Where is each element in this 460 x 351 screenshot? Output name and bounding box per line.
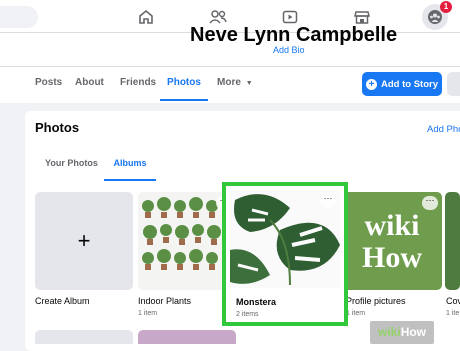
album-cover-profile-pictures[interactable]: wiki How ··· xyxy=(342,192,442,290)
subtab-albums[interactable]: Albums xyxy=(104,151,156,181)
album-cover-row2[interactable] xyxy=(138,330,236,344)
subtab-your-photos[interactable]: Your Photos xyxy=(45,151,98,181)
tab-friends[interactable]: Friends xyxy=(120,67,156,101)
notification-badge: 1 xyxy=(440,1,452,13)
album-name: Profile pictures xyxy=(346,296,406,306)
search-input[interactable] xyxy=(0,6,38,28)
groups-icon[interactable]: 1 xyxy=(422,1,452,30)
plus-icon: + xyxy=(77,228,91,253)
tab-about[interactable]: About xyxy=(75,67,104,101)
tab-posts[interactable]: Posts xyxy=(35,67,62,101)
album-cover-row2[interactable] xyxy=(35,330,133,344)
watermark-how: How xyxy=(400,325,427,339)
profile-tabs: Posts About Friends Photos More ▼ + Add … xyxy=(0,66,460,101)
highlight-frame xyxy=(222,182,348,326)
album-item-count: 1 item xyxy=(346,310,366,317)
wikihow-watermark: wikiHow xyxy=(370,321,435,344)
add-to-story-label: Add to Story xyxy=(381,78,438,90)
chevron-down-icon: ▼ xyxy=(245,80,253,87)
tab-more[interactable]: More ▼ xyxy=(217,67,253,101)
album-cover-logo: wiki How xyxy=(362,209,422,274)
album-item-count: 1 item xyxy=(138,310,158,317)
album-name: Indoor Plants xyxy=(138,296,192,306)
add-to-story-button[interactable]: + Add to Story xyxy=(362,72,442,96)
album-name: Create Album xyxy=(35,296,90,306)
create-album-tile[interactable]: + xyxy=(35,192,133,290)
add-bio-link[interactable]: Add Bio xyxy=(273,45,305,55)
profile-name: Neve Lynn Campbelle xyxy=(190,24,398,46)
plus-icon: + xyxy=(366,78,377,90)
tab-more-label: More xyxy=(217,77,241,88)
add-photos-link[interactable]: Add Pho xyxy=(427,124,460,135)
edit-profile-button[interactable] xyxy=(447,72,460,96)
photos-title: Photos xyxy=(35,120,80,135)
watermark-wiki: wiki xyxy=(378,325,401,339)
album-cover-cov[interactable] xyxy=(445,192,460,290)
album-name: Cov xyxy=(446,296,460,306)
album-options-button[interactable]: ··· xyxy=(422,196,438,210)
tab-photos[interactable]: Photos xyxy=(160,67,208,101)
album-item-count: 1 ite xyxy=(446,310,460,317)
home-icon[interactable] xyxy=(135,6,157,28)
